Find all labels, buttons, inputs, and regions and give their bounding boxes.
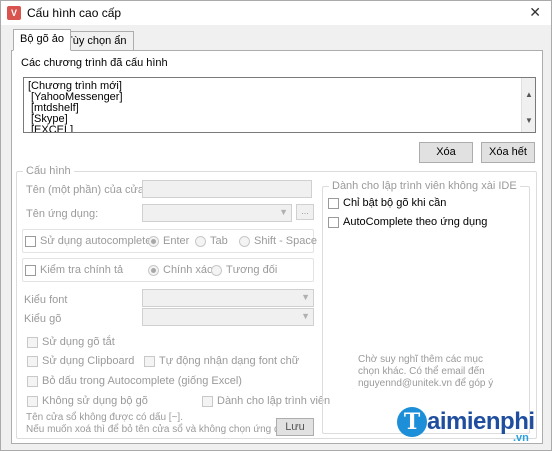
- dev-hint-line-1: Chờ suy nghĩ thêm các mục: [358, 354, 483, 365]
- scroll-up-icon[interactable]: ▲: [525, 90, 533, 99]
- save-button[interactable]: Lưu: [276, 418, 314, 436]
- use-autocomplete-checkbox[interactable]: [25, 236, 36, 247]
- app-icon: V: [7, 6, 21, 20]
- list-scrollbar[interactable]: ▲ ▼: [521, 78, 535, 132]
- chevron-down-icon: ▼: [279, 207, 288, 217]
- radio-enter[interactable]: [148, 236, 159, 247]
- tab-virtual-keyboard[interactable]: Bộ gõ ảo: [13, 29, 72, 51]
- radio-tab[interactable]: [195, 236, 206, 247]
- dev-hint-line-3: nguyennd@unitek.vn để góp ý: [358, 378, 494, 389]
- radio-relative-label: Tương đối: [226, 264, 278, 276]
- input-type-combo[interactable]: ▼: [142, 308, 314, 326]
- no-ime-checkbox[interactable]: [27, 396, 38, 407]
- input-type-label: Kiểu gõ: [24, 313, 62, 325]
- scroll-down-icon[interactable]: ▼: [525, 116, 533, 125]
- note-line-2: Nếu muốn xoá thì để bỏ tên cửa sổ và khô…: [26, 424, 300, 435]
- radio-shift-space[interactable]: [239, 236, 250, 247]
- use-shortcut-label: Sử dụng gõ tắt: [42, 336, 115, 348]
- use-autocomplete-label: Sử dụng autocomplete: [40, 235, 152, 247]
- for-programmer-label: Dành cho lập trình viên: [217, 395, 331, 407]
- tab-panel: Các chương trình đã cấu hình [Chương trì…: [11, 50, 543, 444]
- radio-enter-label: Enter: [163, 235, 190, 247]
- remove-accent-checkbox[interactable]: [27, 376, 38, 387]
- auto-font-detect-label: Tự động nhận dạng font chữ: [159, 355, 300, 367]
- browse-button[interactable]: ...: [296, 204, 314, 220]
- enable-only-when-needed-label: Chỉ bật bộ gõ khi cần: [343, 197, 447, 209]
- no-ime-label: Không sử dụng bộ gõ: [42, 395, 148, 407]
- programs-label: Các chương trình đã cấu hình: [21, 57, 168, 69]
- dev-group-title: Dành cho lập trình viên không xài IDE: [329, 180, 520, 192]
- autocomplete-by-app-checkbox[interactable]: [328, 217, 339, 228]
- use-clipboard-checkbox[interactable]: [27, 356, 38, 367]
- for-programmer-checkbox[interactable]: [202, 396, 213, 407]
- dev-hint-line-2: chọn khác. Có thể email đến: [358, 366, 485, 377]
- logo-tld: .vn: [513, 432, 529, 444]
- use-clipboard-label: Sử dụng Clipboard: [42, 355, 135, 367]
- close-icon[interactable]: ✕: [529, 4, 541, 21]
- font-type-combo[interactable]: ▼: [142, 289, 314, 307]
- delete-button[interactable]: Xóa: [419, 142, 473, 163]
- radio-relative[interactable]: [211, 265, 222, 276]
- logo-t-icon: T: [397, 407, 427, 437]
- programs-list[interactable]: [Chương trình mới] [YahooMessenger] [mtd…: [23, 77, 536, 133]
- app-name-combo[interactable]: ▼: [142, 204, 292, 222]
- radio-exact-label: Chính xác: [163, 264, 213, 276]
- radio-tab-label: Tab: [210, 235, 228, 247]
- config-group-title: Cấu hình: [23, 165, 74, 177]
- title-bar: V Cấu hình cao cấp ✕: [1, 1, 551, 25]
- chevron-down-icon: ▼: [301, 292, 310, 302]
- watermark-logo: T aimienphi .vn: [397, 405, 547, 447]
- list-item[interactable]: [EXCEL]: [31, 125, 73, 133]
- chevron-down-icon: ▼: [301, 311, 310, 321]
- window-title: Cấu hình cao cấp: [27, 6, 122, 20]
- font-type-label: Kiểu font: [24, 294, 68, 306]
- tab-label: Bộ gõ ảo: [20, 33, 65, 45]
- delete-all-button[interactable]: Xóa hết: [481, 142, 535, 163]
- spellcheck-label: Kiểm tra chính tả: [40, 264, 124, 276]
- tab-label: Tùy chọn ẩn: [66, 35, 127, 47]
- remove-accent-label: Bỏ dấu trong Autocomplete (giống Excel): [42, 375, 242, 387]
- note-line-1: Tên cửa sổ không được có dấu [~].: [26, 412, 183, 423]
- radio-exact[interactable]: [148, 265, 159, 276]
- use-shortcut-checkbox[interactable]: [27, 337, 38, 348]
- window-name-field[interactable]: [142, 180, 312, 198]
- spellcheck-checkbox[interactable]: [25, 265, 36, 276]
- auto-font-detect-checkbox[interactable]: [144, 356, 155, 367]
- enable-only-when-needed-checkbox[interactable]: [328, 198, 339, 209]
- app-name-label: Tên ứng dụng:: [26, 208, 99, 220]
- advanced-config-window: V Cấu hình cao cấp ✕ Bộ gõ ảo Tùy chọn ẩ…: [0, 0, 552, 451]
- radio-shift-space-label: Shift - Space: [254, 235, 317, 247]
- autocomplete-by-app-label: AutoComplete theo ứng dụng: [343, 216, 488, 228]
